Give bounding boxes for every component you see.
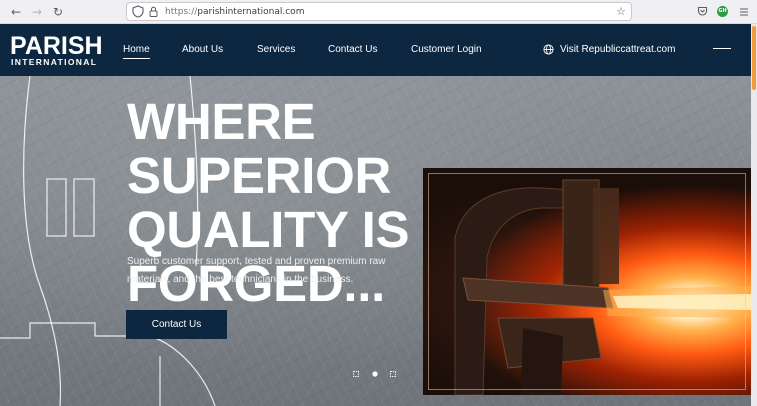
menu-icon[interactable] — [739, 7, 749, 17]
hamburger-menu-icon[interactable] — [713, 48, 731, 53]
visit-republic-link[interactable]: Visit Republiccattreat.com — [560, 44, 675, 56]
address-bar[interactable]: https://parishinternational.com ☆ — [126, 2, 632, 21]
contact-us-button[interactable]: Contact Us — [126, 310, 227, 339]
slide-dot-2[interactable] — [371, 370, 379, 378]
logo-international[interactable]: INTERNATIONAL — [11, 58, 97, 67]
page-scrollbar[interactable] — [751, 24, 757, 406]
scrollbar-thumb[interactable] — [752, 26, 756, 90]
slide-dot-3[interactable] — [389, 370, 397, 378]
nav-services[interactable]: Services — [257, 44, 295, 56]
star-icon[interactable]: ☆ — [616, 5, 626, 19]
logo-parish[interactable]: PARISH — [10, 33, 103, 59]
back-arrow-icon[interactable]: ← — [8, 4, 24, 20]
forge-photo — [423, 168, 751, 395]
headline-line-1: WHERE SUPERIOR — [127, 93, 391, 204]
nav-home[interactable]: Home — [123, 44, 150, 59]
globe-icon — [543, 44, 554, 55]
shield-icon[interactable] — [132, 5, 144, 18]
pocket-icon[interactable] — [697, 6, 708, 17]
hero-subtext: Superb customer support, tested and prov… — [127, 256, 386, 285]
hero-section: WHERE SUPERIOR QUALITY IS FORGED... Supe… — [0, 76, 751, 406]
lock-icon[interactable] — [149, 6, 158, 17]
slide-dot-1[interactable] — [352, 370, 360, 378]
site-header: PARISH INTERNATIONAL Home About Us Servi… — [0, 24, 751, 76]
browser-toolbar: ← → ↻ https://parishinternational.com ☆ … — [0, 0, 757, 24]
nav-customer-login[interactable]: Customer Login — [411, 44, 482, 56]
nav-about-us[interactable]: About Us — [182, 44, 223, 56]
url-text: https://parishinternational.com — [165, 7, 305, 17]
nav-contact-us[interactable]: Contact Us — [328, 44, 377, 56]
headline-line-2: QUALITY IS — [127, 201, 410, 258]
forward-arrow-icon[interactable]: → — [29, 4, 45, 20]
extension-icon[interactable]: GH — [717, 6, 728, 17]
website: PARISH INTERNATIONAL Home About Us Servi… — [0, 24, 751, 406]
photo-frame — [428, 173, 746, 390]
reload-icon[interactable]: ↻ — [50, 4, 66, 20]
